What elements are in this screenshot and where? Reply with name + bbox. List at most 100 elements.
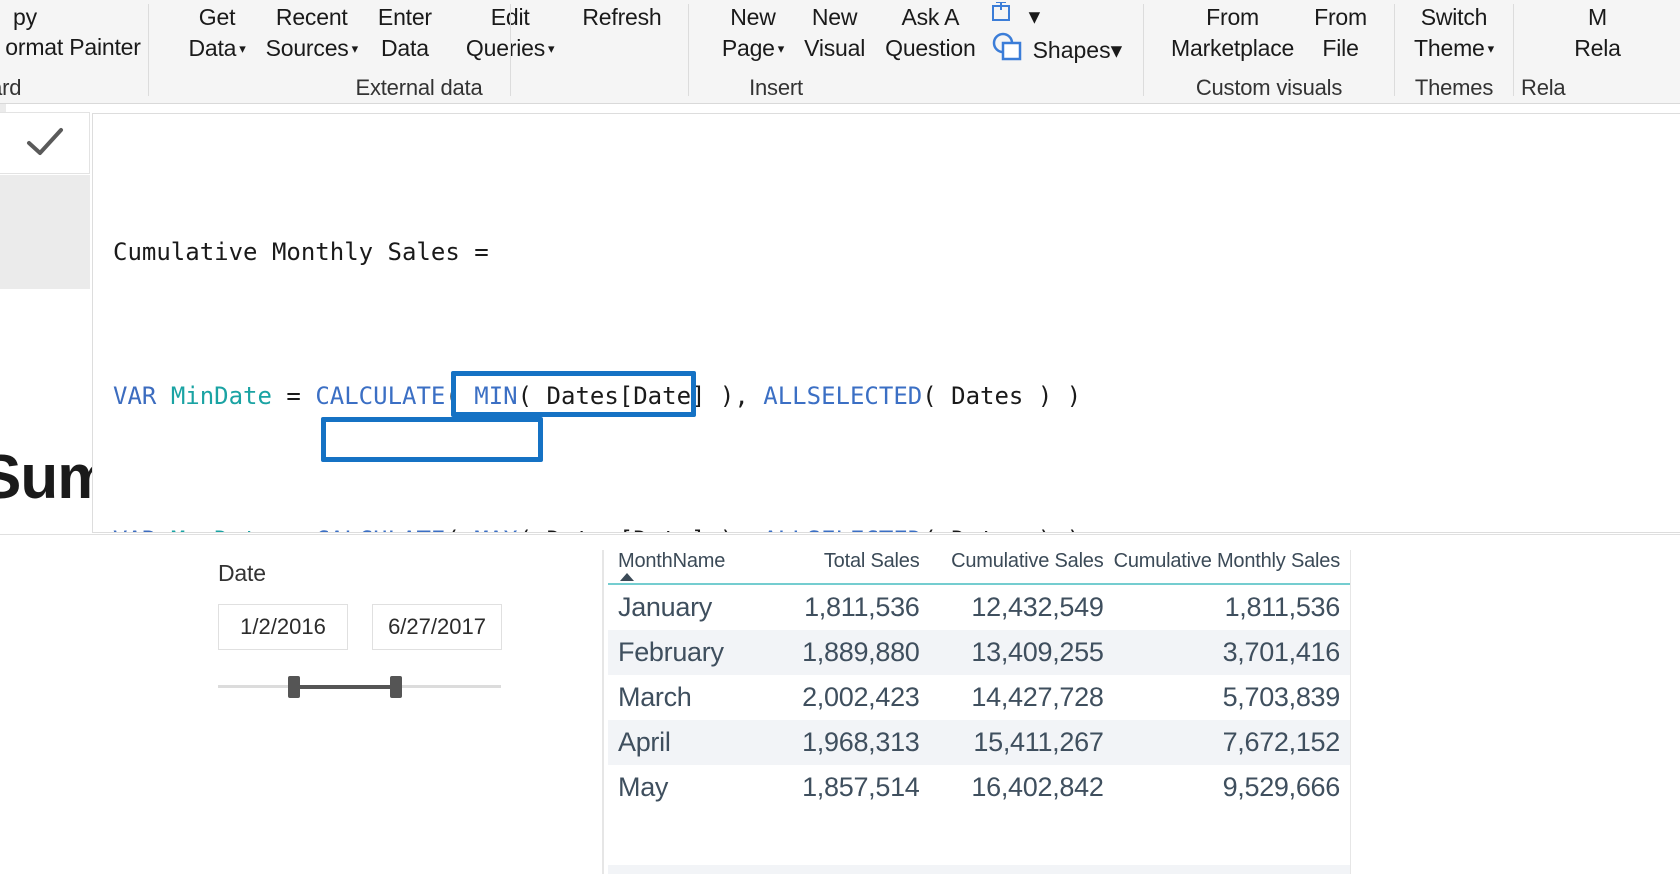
from-marketplace-line1: From <box>1206 4 1259 30</box>
measure-name: Cumulative Monthly Sales = <box>113 238 489 266</box>
cell-total-sales: 1,968,313 <box>760 720 930 765</box>
slicer-handle-start[interactable] <box>288 676 300 698</box>
table-right-border <box>1350 550 1351 874</box>
enter-data-line2: Data <box>381 35 429 61</box>
recent-sources-line1: Recent <box>275 4 348 30</box>
ribbon-separator-5 <box>1394 4 1395 96</box>
get-data-line2: Data <box>188 35 237 61</box>
table-row[interactable]: April 1,968,313 15,411,267 7,672,152 <box>608 720 1350 765</box>
code-line-3: VAR MaxDate = CALCULATE( MAX( Dates[Date… <box>113 522 1680 532</box>
data-table: MonthName Total Sales Cumulative Sales C… <box>608 544 1350 810</box>
table-row[interactable]: February 1,889,880 13,409,255 3,701,416 <box>608 630 1350 675</box>
slicer-title: Date <box>218 560 266 586</box>
column-header-monthname[interactable]: MonthName <box>608 544 761 585</box>
table-next-row-partial <box>608 865 1350 874</box>
canvas-divider <box>0 534 1680 535</box>
date-slicer[interactable]: Date 1/2/2016 6/27/2017 <box>218 560 528 698</box>
ribbon-button-text-box[interactable]: ▾ <box>986 2 1129 30</box>
ribbon-button-from-marketplace[interactable]: From Marketplace <box>1161 2 1304 64</box>
fn-allselected: ALLSELECTED <box>763 526 922 532</box>
table-header-row: MonthName Total Sales Cumulative Sales C… <box>608 544 1350 585</box>
kw-var: VAR <box>113 526 156 532</box>
column-header-label: MonthName <box>618 550 726 572</box>
column-header-cumulative-sales[interactable]: Cumulative Sales <box>929 544 1114 585</box>
from-file-line2: File <box>1322 35 1359 61</box>
relationships-line1: M <box>1588 4 1607 30</box>
cell-month: March <box>618 682 692 712</box>
ribbon-button-from-file[interactable]: From File <box>1304 2 1377 64</box>
ribbon-button-new-page[interactable]: New Page ▾ <box>704 2 794 64</box>
slicer-end-date-input[interactable]: 6/27/2017 <box>372 604 502 650</box>
chevron-down-icon: ▾ <box>1028 2 1041 29</box>
ribbon-button-format-painter[interactable]: ormat Painter <box>0 32 151 63</box>
slicer-handle-end[interactable] <box>390 676 402 698</box>
ribbon-button-switch-theme[interactable]: Switch Theme ▾ <box>1408 2 1500 64</box>
shapes-label: Shapes <box>1032 36 1111 63</box>
table-row[interactable]: March 2,002,423 14,427,728 5,703,839 <box>608 675 1350 720</box>
fn-min: MIN <box>474 382 518 410</box>
formula-gutter <box>0 175 90 289</box>
kw-var: VAR <box>113 382 157 410</box>
chevron-down-icon: ▾ <box>239 41 246 56</box>
slicer-range-track[interactable] <box>218 676 501 698</box>
cell-month: May <box>618 772 669 802</box>
column-header-total-sales[interactable]: Total Sales <box>760 544 930 585</box>
chevron-down-icon: ▾ <box>1487 41 1495 56</box>
cell-month: January <box>618 592 712 622</box>
ribbon-button-ask-a-question[interactable]: Ask A Question <box>875 2 985 64</box>
dax-formula-bar: Sum Cumulative Monthly Sales = VAR MinDa… <box>0 104 1680 534</box>
ribbon-button-new-visual[interactable]: New Visual <box>794 2 875 64</box>
ask-question-line1: Ask A <box>901 4 960 30</box>
ribbon-button-get-data[interactable]: Get Data ▾ <box>166 2 255 64</box>
cell-total-sales: 2,002,423 <box>802 682 920 712</box>
slicer-track-fill <box>293 685 399 689</box>
fn-calculate: CALCULATE <box>315 526 445 532</box>
new-page-line1: New <box>730 4 776 30</box>
textbox-icon <box>991 2 1022 30</box>
enter-data-line1: Enter <box>377 4 432 30</box>
power-bi-window: py ormat Painter board Get Data▾ <box>0 0 1680 874</box>
new-visual-line1: New <box>811 4 858 30</box>
from-file-line1: From <box>1314 4 1367 30</box>
cell-cumulative-sales: 14,427,728 <box>971 682 1104 712</box>
dax-code-editor[interactable]: Cumulative Monthly Sales = VAR MinDate =… <box>92 113 1680 533</box>
cell-cumulative-monthly-sales: 1,811,536 <box>1224 592 1341 622</box>
fn-allselected: ALLSELECTED <box>763 382 923 410</box>
switch-theme-line2: Theme <box>1414 35 1485 61</box>
commit-formula-button[interactable] <box>0 112 90 174</box>
cell-total-sales: 1,889,880 <box>760 630 930 675</box>
cell-total-sales: 1,811,536 <box>804 592 920 622</box>
cell-cumulative-sales: 15,411,267 <box>929 720 1114 765</box>
cell-cumulative-monthly-sales: 7,672,152 <box>1113 720 1350 765</box>
ribbon-separator-4 <box>1143 4 1144 96</box>
table-row[interactable]: May 1,857,514 16,402,842 9,529,666 <box>608 765 1350 810</box>
column-header-cumulative-monthly-sales[interactable]: Cumulative Monthly Sales <box>1113 544 1350 585</box>
dax-code[interactable]: Cumulative Monthly Sales = VAR MinDate =… <box>93 114 1680 532</box>
ribbon-separator-1 <box>148 4 149 96</box>
sort-ascending-icon <box>620 573 634 581</box>
ribbon-separator-2 <box>510 4 511 96</box>
ribbon-button-refresh[interactable]: Refresh <box>564 2 671 33</box>
cell-month: February <box>608 630 761 675</box>
table-row[interactable]: January 1,811,536 12,432,549 1,811,536 <box>608 584 1350 630</box>
report-canvas: Date 1/2/2016 6/27/2017 MonthName Total … <box>0 534 1680 874</box>
ribbon-group-label-insert: Insert <box>749 75 803 100</box>
cell-month: April <box>608 720 761 765</box>
chevron-down-icon: ▾ <box>777 41 785 56</box>
cell-cumulative-sales: 13,409,255 <box>929 630 1114 675</box>
table-visual[interactable]: MonthName Total Sales Cumulative Sales C… <box>602 544 1352 874</box>
refresh-label: Refresh <box>582 4 662 30</box>
chevron-down-icon: ▾ <box>548 41 555 56</box>
chevron-down-icon: ▾ <box>1110 36 1123 63</box>
slicer-start-date-input[interactable]: 1/2/2016 <box>218 604 348 650</box>
ribbon-button-recent-sources[interactable]: Recent Sources ▾ <box>256 2 368 64</box>
ribbon-button-manage-relationships[interactable]: M Rela <box>1568 2 1627 64</box>
ribbon-button-enter-data[interactable]: Enter Data <box>368 2 442 64</box>
ribbon-button-edit-queries[interactable]: Edit Queries ▾ <box>442 2 564 64</box>
ask-question-line2: Question <box>885 35 976 61</box>
var-maxdate: MaxDate <box>171 526 272 532</box>
fn-max: MAX <box>474 526 517 532</box>
ribbon-separator-6 <box>1513 4 1514 96</box>
ribbon-button-shapes[interactable]: Shapes ▾ <box>986 30 1129 68</box>
table-body: January 1,811,536 12,432,549 1,811,536 F… <box>608 584 1350 810</box>
